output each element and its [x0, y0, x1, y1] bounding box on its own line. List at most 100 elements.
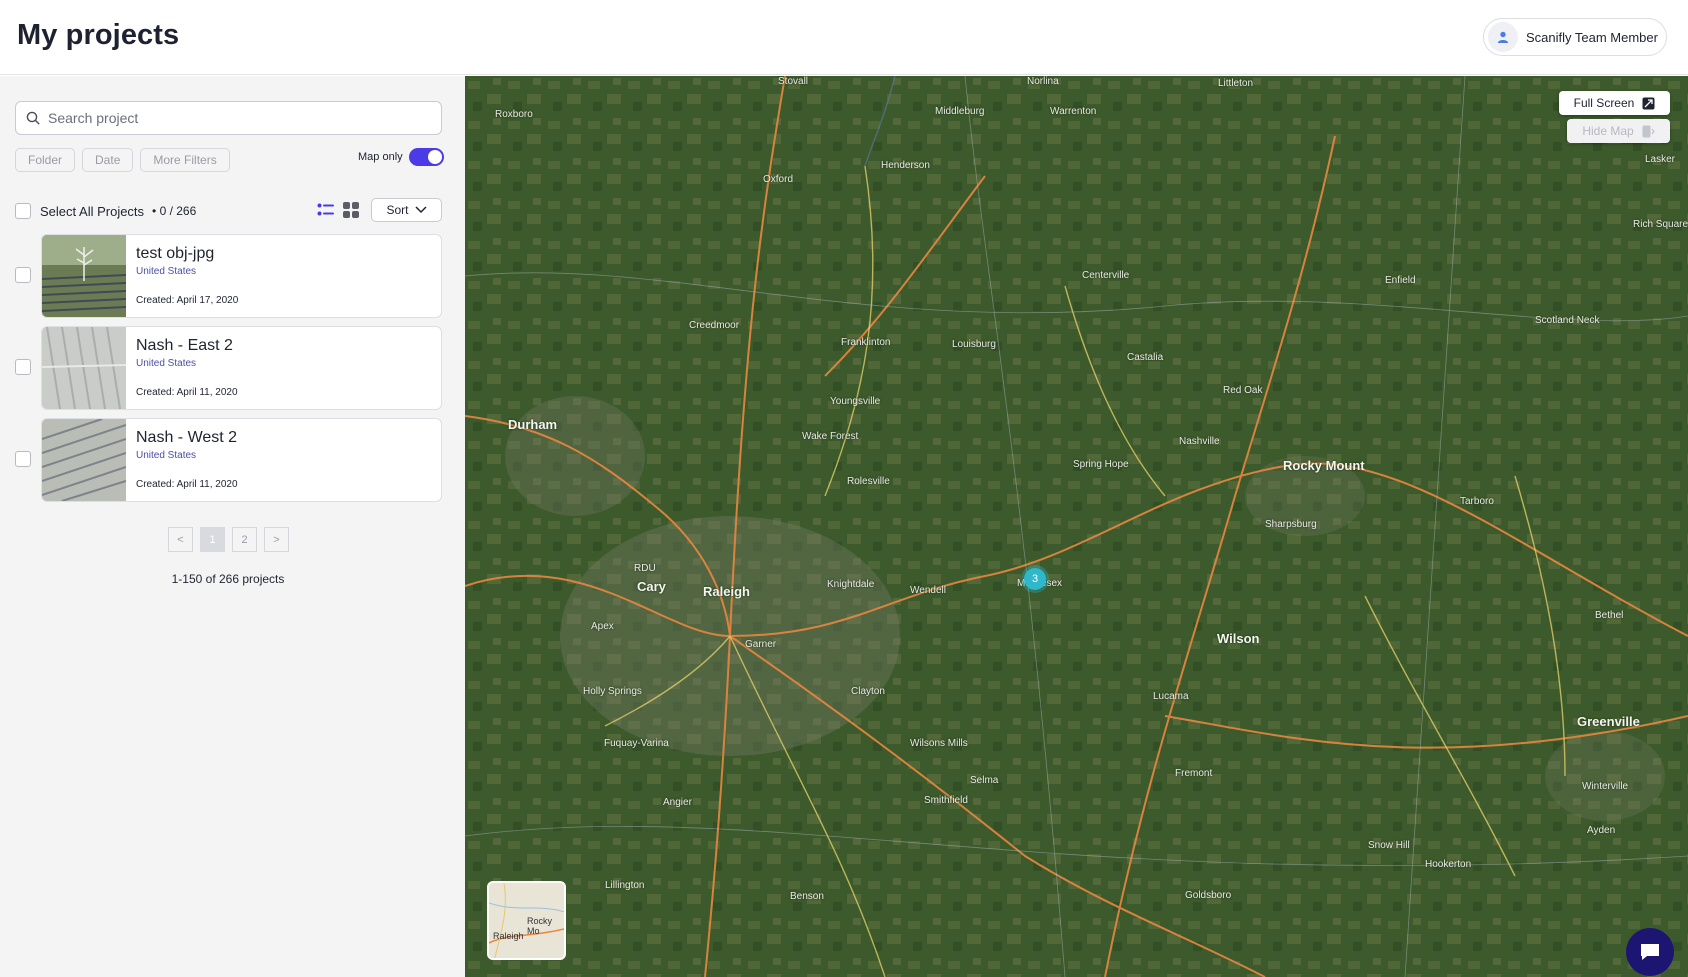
- toggle-knob: [427, 150, 442, 164]
- search-icon: [26, 111, 40, 125]
- map-town-label: Warrenton: [1050, 106, 1097, 117]
- map-town-label: Wendell: [910, 585, 946, 596]
- map-city-label: Wilson: [1217, 631, 1260, 646]
- map-town-label: Middleburg: [935, 106, 985, 117]
- map-town-label: Lucama: [1153, 691, 1189, 702]
- user-name: Scanifly Team Member: [1526, 29, 1658, 45]
- filter-bar: Folder Date More Filters: [15, 148, 230, 172]
- pagination: < 1 2 >: [168, 527, 289, 552]
- sort-label: Sort: [386, 203, 409, 217]
- map-city-label: Durham: [508, 417, 558, 432]
- map-town-label: Creedmoor: [689, 320, 740, 331]
- map-town-label: Red Oak: [1223, 385, 1263, 396]
- select-all-row: Select All Projects • 0 / 266 Sort: [15, 198, 442, 224]
- hide-map-icon: [1642, 125, 1655, 137]
- project-sidebar: Folder Date More Filters Map only Select…: [0, 76, 465, 977]
- map-town-label: Stovall: [778, 76, 809, 87]
- map-town-label: Angier: [663, 797, 692, 808]
- page-button-2[interactable]: 2: [232, 527, 257, 552]
- project-country: United States: [136, 450, 197, 461]
- list-view-icon[interactable]: [317, 202, 335, 218]
- search-box[interactable]: [15, 101, 442, 135]
- map-town-label: Littleton: [1218, 78, 1254, 89]
- search-input[interactable]: [48, 110, 418, 126]
- map-only-control: Map only: [358, 148, 444, 166]
- map-town-label: Henderson: [881, 160, 930, 171]
- map-city-label: Greenville: [1577, 714, 1640, 729]
- map-town-label: Knightdale: [827, 579, 875, 590]
- map-town-label: Wake Forest: [802, 431, 859, 442]
- map-only-toggle[interactable]: [408, 148, 444, 166]
- page-header: My projects Scanifly Team Member: [0, 0, 1688, 75]
- map-town-label: Hookerton: [1425, 859, 1472, 870]
- map-view[interactable]: Durham Raleigh Cary Rocky Mount Wilson G…: [465, 76, 1688, 977]
- project-thumbnail: [42, 327, 126, 409]
- map-town-label: Castalia: [1127, 352, 1164, 363]
- project-checkbox[interactable]: [15, 267, 31, 283]
- user-menu-button[interactable]: Scanifly Team Member: [1483, 18, 1667, 56]
- list-item: Nash - East 2 United States Created: Apr…: [15, 326, 442, 410]
- map-town-label: Fuquay-Varina: [604, 738, 669, 749]
- map-city-label: Raleigh: [703, 584, 750, 599]
- full-screen-button[interactable]: Full Screen: [1559, 91, 1670, 115]
- map-town-label: Youngsville: [830, 396, 881, 407]
- map-town-label: Franklinton: [841, 337, 891, 348]
- full-screen-label: Full Screen: [1573, 96, 1635, 110]
- map-town-label: Tarboro: [1460, 496, 1494, 507]
- map-town-label: Garner: [745, 639, 777, 650]
- project-checkbox[interactable]: [15, 451, 31, 467]
- map-town-label: Sharpsburg: [1265, 519, 1317, 530]
- select-all-label: Select All Projects: [40, 203, 145, 219]
- minimap-label: Raleigh: [493, 931, 524, 941]
- more-filters-button[interactable]: More Filters: [140, 148, 230, 172]
- project-thumbnail: [42, 419, 126, 501]
- minimap[interactable]: Raleigh Rocky Mo: [487, 881, 566, 960]
- page-button-1[interactable]: 1: [200, 527, 225, 552]
- map-town-label: Louisburg: [952, 339, 996, 350]
- hide-map-button[interactable]: Hide Map: [1567, 119, 1670, 143]
- prev-page-button[interactable]: <: [168, 527, 193, 552]
- map-town-label: Scotland Neck: [1535, 315, 1600, 326]
- minimap-label: Rocky Mo: [527, 916, 553, 936]
- project-title: Nash - West 2: [136, 429, 238, 446]
- folder-filter-button[interactable]: Folder: [15, 148, 76, 172]
- map-town-label: Roxboro: [495, 109, 533, 120]
- user-icon: [1497, 31, 1509, 43]
- project-checkbox[interactable]: [15, 359, 31, 375]
- project-cluster-marker[interactable]: 3: [1024, 568, 1046, 590]
- map-town-label: Snow Hill: [1368, 840, 1410, 851]
- select-all-checkbox[interactable]: [15, 203, 31, 219]
- map-town-label: Rich Square: [1633, 219, 1688, 230]
- next-page-button[interactable]: >: [264, 527, 289, 552]
- map-town-label: Ayden: [1587, 825, 1616, 836]
- expand-icon: [1642, 97, 1655, 109]
- map-town-label: Smithfield: [924, 795, 968, 806]
- map-town-label: Clayton: [851, 686, 885, 697]
- map-satellite-layer[interactable]: [465, 76, 1688, 977]
- map-town-label: Bethel: [1595, 610, 1624, 621]
- project-date: Created: April 11, 2020: [136, 479, 238, 490]
- map-city-label: Rocky Mount: [1283, 458, 1365, 473]
- map-town-label: Oxford: [763, 174, 794, 185]
- map-town-label: Apex: [591, 621, 614, 632]
- map-town-label: RDU: [634, 563, 656, 574]
- map-town-label: Rolesville: [847, 476, 890, 487]
- grid-view-icon[interactable]: [343, 202, 359, 218]
- chat-icon: [1641, 944, 1659, 960]
- sort-button[interactable]: Sort: [371, 198, 442, 222]
- map-city-label: Cary: [637, 579, 666, 594]
- map-town-label: Norlina: [1027, 76, 1059, 87]
- list-item: Nash - West 2 United States Created: Apr…: [15, 418, 442, 502]
- date-filter-button[interactable]: Date: [82, 148, 134, 172]
- map-town-label: Spring Hope: [1073, 459, 1129, 470]
- project-card[interactable]: test obj-jpg United States Created: Apri…: [41, 234, 442, 318]
- map-town-label: Goldsboro: [1185, 890, 1232, 901]
- chat-launcher-button[interactable]: [1626, 928, 1674, 976]
- map-town-label: Nashville: [1179, 436, 1220, 447]
- project-card[interactable]: Nash - West 2 United States Created: Apr…: [41, 418, 442, 502]
- project-thumbnail: [42, 235, 126, 317]
- hide-map-label: Hide Map: [1582, 124, 1634, 138]
- project-card[interactable]: Nash - East 2 United States Created: Apr…: [41, 326, 442, 410]
- pagination-summary: 1-150 of 266 projects: [171, 572, 285, 586]
- map-town-label: Holly Springs: [583, 686, 642, 697]
